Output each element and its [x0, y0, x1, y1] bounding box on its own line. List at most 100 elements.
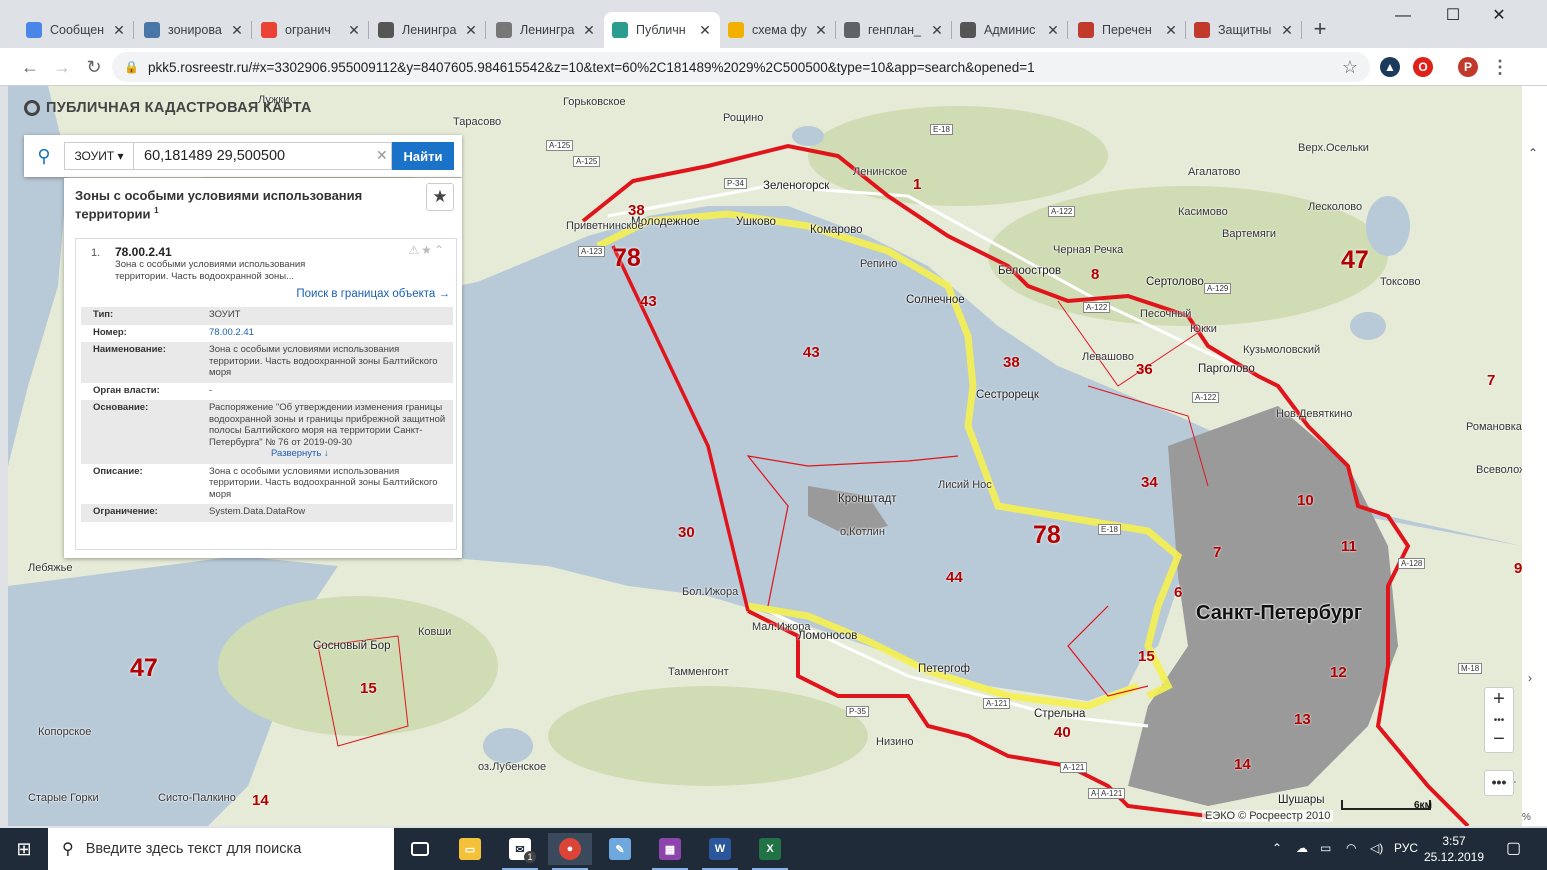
zone-number-label[interactable]: 11 [1341, 538, 1357, 555]
winrar-icon[interactable]: ▦ [648, 833, 692, 870]
zone-number-label[interactable]: 43 [803, 344, 820, 361]
zone-number-label[interactable]: 14 [1234, 756, 1251, 773]
search-input[interactable] [134, 142, 392, 170]
extension-icon[interactable]: ▲ [1380, 57, 1400, 77]
zone-number-label[interactable]: 12 [1330, 664, 1347, 681]
zone-number-label[interactable]: 10 [1297, 492, 1314, 509]
close-tab-icon[interactable]: ✕ [814, 22, 828, 39]
close-tab-icon[interactable]: ✕ [1280, 22, 1294, 39]
taskbar-search-box[interactable]: ⚲ Введите здесь текст для поиска [48, 828, 394, 870]
zone-number-label[interactable]: 1 [913, 176, 921, 193]
clear-search-icon[interactable]: ✕ [376, 147, 388, 164]
paint-icon[interactable]: ✎ [598, 833, 642, 865]
result-card[interactable]: 1. 78.00.2.41 Зона с особыми условиями и… [75, 238, 457, 550]
volume-icon[interactable]: ◁) [1370, 841, 1383, 855]
zone-number-label[interactable]: 47 [130, 654, 158, 683]
taskbar-clock[interactable]: 3:57 25.12.2019 [1418, 833, 1490, 865]
close-tab-icon[interactable]: ✕ [1046, 22, 1060, 39]
close-tab-icon[interactable]: ✕ [230, 22, 244, 39]
zone-number-label[interactable]: 38 [1003, 354, 1020, 371]
place-label: Тарасово [453, 116, 502, 128]
zone-number-label[interactable]: 13 [1294, 711, 1311, 728]
tab-7[interactable]: генплан_ ✕ [836, 12, 952, 48]
property-value[interactable]: 78.00.2.41 [209, 327, 453, 339]
zone-number-label[interactable]: 15 [360, 680, 377, 697]
zone-number-label[interactable]: 14 [252, 792, 269, 809]
reload-button[interactable]: ↻ [82, 55, 106, 79]
expand-link[interactable]: Развернуть ↓ [209, 448, 447, 460]
zone-number-label[interactable]: 7 [1487, 372, 1495, 389]
search-icon[interactable]: ⚲ [24, 146, 64, 167]
result-actions-icon[interactable]: ⚠★⌃ [408, 243, 446, 257]
zone-number-label[interactable]: 8 [1091, 266, 1099, 283]
maximize-button[interactable]: ☐ [1430, 4, 1476, 28]
back-button[interactable]: ← [18, 55, 42, 79]
zone-number-label[interactable]: 15 [1138, 648, 1155, 665]
zone-number-label[interactable]: 78 [613, 244, 641, 273]
windows-start-icon[interactable]: ⊞ [0, 828, 48, 870]
tab-9[interactable]: Перечен ✕ [1070, 12, 1186, 48]
place-label: Ушково [736, 216, 776, 228]
cloud-icon[interactable]: ☁ [1296, 841, 1308, 855]
close-tab-icon[interactable]: ✕ [1164, 22, 1178, 39]
search-button[interactable]: Найти [392, 142, 454, 170]
zone-number-label[interactable]: 43 [640, 293, 657, 310]
task-view-icon[interactable] [398, 833, 442, 865]
more-tools-button[interactable]: ••• [1484, 770, 1514, 796]
road-shield: А-122 [1192, 392, 1220, 403]
search-within-object-link[interactable]: Поиск в границах объекта → [296, 288, 450, 300]
word-icon[interactable]: W [698, 833, 742, 870]
menu-dots-icon[interactable]: ⋮ [1488, 55, 1512, 79]
tab-6[interactable]: схема фу ✕ [720, 12, 836, 48]
zone-number-label[interactable]: 7 [1213, 544, 1221, 561]
chrome-icon[interactable]: ● [548, 833, 592, 870]
favorite-star-button[interactable]: ★ [426, 183, 454, 211]
close-tab-icon[interactable]: ✕ [582, 22, 596, 39]
tab-2[interactable]: огранич ✕ [253, 12, 369, 48]
tab-8[interactable]: Админис ✕ [952, 12, 1068, 48]
minimize-button[interactable]: — [1380, 4, 1426, 28]
map-view[interactable]: Лужки Горьковское Тарасово Рощино Зеленогорс… [8, 86, 1522, 826]
zone-number-label[interactable]: 78 [1033, 521, 1061, 550]
zone-number-label[interactable]: 38 [628, 202, 645, 219]
close-tab-icon[interactable]: ✕ [930, 22, 944, 39]
mail-icon[interactable]: ✉ 1 [498, 833, 542, 870]
zoom-in-button[interactable]: + [1485, 688, 1513, 710]
notifications-icon[interactable]: ▢ [1506, 838, 1521, 858]
tab-0[interactable]: Сообщен ✕ [18, 12, 134, 48]
battery-icon[interactable]: ▭ [1320, 841, 1331, 855]
zone-number-label[interactable]: 6 [1174, 584, 1182, 601]
close-tab-icon[interactable]: ✕ [698, 22, 712, 39]
address-bar[interactable]: 🔒 pkk5.rosreestr.ru/#x=3302906.955009112… [112, 52, 1370, 82]
tab-4[interactable]: Ленингра ✕ [488, 12, 604, 48]
excel-icon[interactable]: X [748, 833, 792, 870]
close-tab-icon[interactable]: ✕ [347, 22, 361, 39]
zoom-out-button[interactable]: − [1485, 728, 1513, 750]
zone-number-label[interactable]: 36 [1136, 361, 1153, 378]
tab-1[interactable]: зонирова ✕ [136, 12, 252, 48]
zone-number-label[interactable]: 44 [946, 569, 963, 586]
close-window-button[interactable]: ✕ [1476, 4, 1522, 28]
zone-number-label[interactable]: 30 [678, 524, 695, 541]
profile-avatar[interactable]: P [1458, 57, 1478, 77]
tab-10[interactable]: Защитны ✕ [1186, 12, 1302, 48]
zone-number-label[interactable]: 47 [1341, 246, 1369, 275]
close-tab-icon[interactable]: ✕ [464, 22, 478, 39]
zone-number-label[interactable]: 9 [1514, 560, 1522, 577]
new-tab-button[interactable]: + [1308, 18, 1332, 42]
language-indicator[interactable]: РУС [1394, 841, 1418, 855]
browser-scrollbar[interactable]: ⌃ › [1522, 86, 1547, 826]
zone-number-label[interactable]: 40 [1054, 724, 1071, 741]
opera-icon[interactable]: O [1413, 57, 1433, 77]
wifi-icon[interactable]: ◠ [1346, 841, 1356, 855]
bookmark-star-icon[interactable]: ☆ [1342, 57, 1358, 78]
forward-button[interactable]: → [50, 55, 74, 79]
zone-number-label[interactable]: 34 [1141, 474, 1158, 491]
tab-5[interactable]: Публичн ✕ [604, 12, 720, 48]
road-shield: А-128 [1398, 558, 1426, 569]
search-type-select[interactable]: ЗОУИТ ▾ [64, 142, 134, 170]
file-explorer-icon[interactable]: ▭ [448, 833, 492, 865]
tray-chevron-icon[interactable]: ⌃ [1272, 841, 1282, 855]
tab-3[interactable]: Ленингра ✕ [370, 12, 486, 48]
close-tab-icon[interactable]: ✕ [112, 22, 126, 39]
